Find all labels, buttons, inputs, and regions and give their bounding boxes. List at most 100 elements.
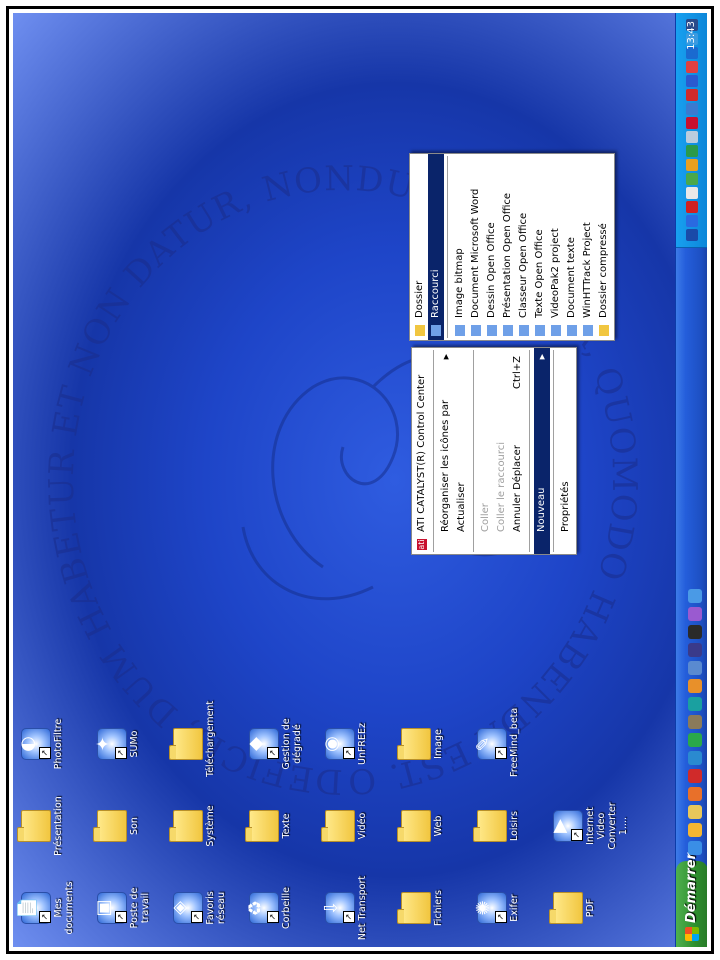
ati-tray-icon[interactable] bbox=[686, 61, 698, 73]
taskbar: Démarrer 13:43 bbox=[675, 13, 707, 947]
outlook-icon[interactable] bbox=[687, 823, 702, 837]
menu-item-label: WinHTTrack Project bbox=[582, 222, 593, 318]
firefox-icon[interactable] bbox=[687, 787, 702, 801]
desktop-icon-poste-de-travail[interactable]: ▣Poste de travail bbox=[93, 875, 151, 941]
menu-item-texte-open-office[interactable]: Texte Open Office bbox=[532, 154, 548, 340]
menu-item-label: Dossier bbox=[414, 280, 425, 318]
menu-separator bbox=[447, 156, 449, 338]
desktop-icon-freemind-beta[interactable]: ✎FreeMind_beta bbox=[473, 707, 520, 777]
menu-item-dessin-open-office[interactable]: Dessin Open Office bbox=[484, 154, 500, 340]
thunderbird-icon[interactable] bbox=[687, 751, 702, 765]
menu-item-actualiser[interactable]: Actualiser bbox=[454, 348, 470, 554]
desktop-icon-pdf[interactable]: PDF bbox=[553, 875, 596, 941]
ati-icon: ati bbox=[417, 539, 427, 550]
menu-item-nouveau[interactable]: Nouveau ▶ bbox=[534, 348, 550, 554]
menu-item-label: ATI CATALYST(R) Control Center bbox=[416, 374, 427, 532]
antivirus-icon[interactable] bbox=[686, 187, 698, 199]
menu-item-label: Annuler Déplacer bbox=[512, 445, 523, 532]
desktop-icon-mes-documents[interactable]: 📄Mes documents bbox=[17, 875, 75, 941]
desktop-icon-fichiers[interactable]: Fichiers bbox=[401, 875, 444, 941]
terminal-icon[interactable] bbox=[687, 625, 702, 639]
menu-item-ati-catalyst-r-control-center[interactable]: ati ATI CATALYST(R) Control Center bbox=[414, 348, 430, 554]
desktop-icon-loisirs[interactable]: Loisirs bbox=[477, 793, 520, 859]
messenger-icon[interactable] bbox=[686, 145, 698, 157]
menu-item-propri-t-s[interactable]: Propriétés bbox=[558, 348, 574, 554]
desktop-icon-label: Présentation bbox=[53, 796, 64, 856]
desktop-icon-label: Mes documents bbox=[53, 881, 75, 935]
oo-writer-icon bbox=[535, 325, 545, 336]
menu-item-annuler-d-placer[interactable]: Annuler Déplacer Ctrl+Z bbox=[510, 348, 526, 554]
desktop-icon-corbeille[interactable]: ♻Corbeille bbox=[245, 875, 292, 941]
menu-item-document-microsoft-word[interactable]: Document Microsoft Word bbox=[468, 154, 484, 340]
desktop-icon-sumo[interactable]: ✦SUMo bbox=[93, 711, 140, 777]
menu-item-dossier[interactable]: Dossier bbox=[412, 154, 428, 340]
desktop-icon-internet-video-converter-1[interactable]: ▶Internet Video Converter 1.... bbox=[549, 793, 629, 859]
folder-icon bbox=[401, 892, 431, 924]
video-converter-icon: ▶ bbox=[549, 810, 583, 842]
winhttrack-icon bbox=[583, 325, 593, 336]
update-icon[interactable] bbox=[686, 173, 698, 185]
sync-icon[interactable] bbox=[686, 159, 698, 171]
zip-folder-icon bbox=[599, 325, 609, 336]
menu-item-winhttrack-project[interactable]: WinHTTrack Project bbox=[580, 154, 596, 340]
desktop-icon-image[interactable]: Image bbox=[401, 711, 444, 777]
player-icon[interactable] bbox=[687, 697, 702, 711]
security-icon[interactable] bbox=[686, 75, 698, 87]
battery-icon[interactable] bbox=[686, 131, 698, 143]
desktop-icon-pr-sentation[interactable]: Présentation bbox=[21, 793, 64, 859]
desktop-icon-unfreez[interactable]: ◉UnFREEz bbox=[321, 711, 368, 777]
quick-launch-bar bbox=[684, 585, 702, 855]
menu-item-label: Dossier compressé bbox=[598, 223, 609, 318]
net-transport-icon: ⇩ bbox=[321, 892, 355, 924]
folder-icon bbox=[173, 728, 203, 760]
folder-icon bbox=[325, 810, 355, 842]
menu-item-pr-sentation-open-office[interactable]: Présentation Open Office bbox=[500, 154, 516, 340]
desktop-icon-label: FreeMind_beta bbox=[509, 707, 520, 777]
printer-icon[interactable] bbox=[686, 117, 698, 129]
winamp-icon[interactable] bbox=[687, 679, 702, 693]
desktop-icon-syst-me[interactable]: Système bbox=[173, 793, 216, 859]
folder-icon[interactable] bbox=[687, 805, 702, 819]
menu-item-label: Coller le raccourci bbox=[496, 441, 507, 532]
folder-icon bbox=[21, 810, 51, 842]
desktop-icon-son[interactable]: Son bbox=[97, 793, 140, 859]
desktop-icon-label: Internet Video Converter 1.... bbox=[585, 802, 629, 850]
media-icon[interactable] bbox=[687, 733, 702, 747]
screenshot-frame: DEFICIT, DUM HABETUR ET NON DATUR, NONDU… bbox=[6, 6, 714, 954]
menu-item-image-bitmap[interactable]: Image bitmap bbox=[452, 154, 468, 340]
desktop-icon-gestion-de-d-grad[interactable]: ◆Gestion de dégradé bbox=[245, 711, 303, 777]
ie-icon[interactable] bbox=[687, 841, 702, 855]
windows-logo-icon bbox=[685, 927, 699, 941]
clipboard-icon[interactable] bbox=[687, 589, 702, 603]
shield-icon[interactable] bbox=[686, 103, 698, 115]
desktop-icon-exifer[interactable]: ✺Exifer bbox=[473, 875, 520, 941]
folder-icon bbox=[249, 810, 279, 842]
menu-item-dossier-compress[interactable]: Dossier compressé bbox=[596, 154, 612, 340]
menu-separator bbox=[433, 350, 435, 552]
menu-item-classeur-open-office[interactable]: Classeur Open Office bbox=[516, 154, 532, 340]
desktop-icon-favoris-r-seau[interactable]: ◈Favoris réseau bbox=[169, 875, 227, 941]
gimp-icon[interactable] bbox=[687, 715, 702, 729]
start-button[interactable]: Démarrer bbox=[676, 853, 707, 947]
bluetooth-icon[interactable] bbox=[686, 89, 698, 101]
menu-item-videopak2-project[interactable]: VideoPak2 project bbox=[548, 154, 564, 340]
music-icon[interactable] bbox=[687, 607, 702, 621]
desktop-icon-web[interactable]: Web bbox=[401, 793, 444, 859]
desktop-icon-texte[interactable]: Texte bbox=[249, 793, 292, 859]
menu-item-document-texte[interactable]: Document texte bbox=[564, 154, 580, 340]
desktop-icon[interactable] bbox=[687, 661, 702, 675]
menu-item-r-organiser-les-ic-nes-par[interactable]: Réorganiser les icônes par ▶ bbox=[438, 348, 454, 554]
fr-lang-icon[interactable] bbox=[686, 229, 698, 241]
opera-icon[interactable] bbox=[687, 769, 702, 783]
menu-item-label: Document Microsoft Word bbox=[470, 188, 481, 318]
film-icon[interactable] bbox=[687, 643, 702, 657]
desktop-screen[interactable]: DEFICIT, DUM HABETUR ET NON DATUR, NONDU… bbox=[13, 13, 707, 947]
network-icon[interactable] bbox=[686, 201, 698, 213]
desktop-icon-vid-o[interactable]: Vidéo bbox=[325, 793, 368, 859]
oo-draw-icon bbox=[487, 325, 497, 336]
desktop-icon-net-transport[interactable]: ⇩Net Transport bbox=[321, 875, 368, 941]
menu-item-raccourci[interactable]: Raccourci bbox=[428, 154, 444, 340]
desktop-icon-t-l-chargement[interactable]: Téléchargement bbox=[173, 701, 216, 777]
desktop-icon-photofiltre[interactable]: ◐PhotoFiltre bbox=[17, 711, 64, 777]
speaker-icon[interactable] bbox=[686, 215, 698, 227]
